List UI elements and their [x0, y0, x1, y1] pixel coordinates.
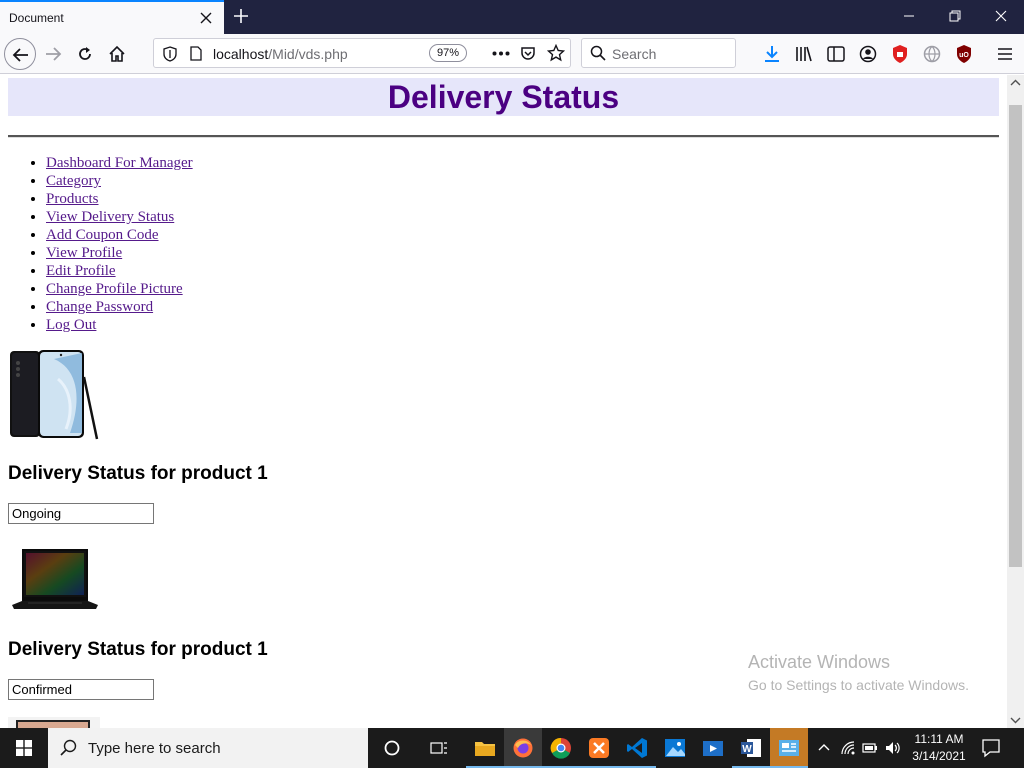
page-info-icon[interactable]: [190, 46, 202, 61]
watermark-subtitle: Go to Settings to activate Windows.: [748, 677, 969, 693]
nav-item: Change Profile Picture: [46, 280, 193, 298]
search-input[interactable]: Search: [581, 38, 736, 68]
search-icon: [60, 739, 77, 756]
nav-link-change-profile-picture[interactable]: Change Profile Picture: [46, 281, 183, 297]
windows-logo-icon: [16, 740, 32, 756]
search-icon: [590, 45, 606, 61]
nav-link-category[interactable]: Category: [46, 173, 101, 189]
page-title: Delivery Status: [387, 79, 620, 115]
app-taskbar-icon[interactable]: [770, 728, 808, 768]
volume-icon[interactable]: [884, 740, 900, 756]
account-icon[interactable]: [858, 44, 878, 64]
cortana-icon[interactable]: [373, 728, 411, 768]
nav-link-edit-profile[interactable]: Edit Profile: [46, 263, 116, 279]
sidebar-icon[interactable]: [826, 44, 846, 64]
vscode-taskbar-icon[interactable]: [618, 728, 656, 768]
nav-link-view-profile[interactable]: View Profile: [46, 245, 122, 261]
search-placeholder: Search: [612, 46, 657, 62]
firefox-taskbar-icon[interactable]: [504, 728, 542, 768]
scrollbar-thumb[interactable]: [1009, 105, 1022, 567]
url-bar[interactable]: localhost/Mid/vds.php 97%: [153, 38, 571, 68]
windows-taskbar: Type here to search W 11:11 AM 3/14/2021: [0, 728, 1024, 768]
downloads-icon[interactable]: [762, 44, 782, 64]
system-clock[interactable]: 11:11 AM 3/14/2021: [906, 731, 972, 765]
minimize-window-icon[interactable]: [886, 0, 932, 32]
clock-date: 3/14/2021: [912, 749, 966, 763]
nav-item: Edit Profile: [46, 262, 193, 280]
windows-activation-watermark: Activate Windows Go to Settings to activ…: [748, 652, 969, 693]
nav-link-change-password[interactable]: Change Password: [46, 299, 153, 315]
manager-nav-list: Dashboard For Manager Category Products …: [46, 154, 193, 334]
nav-link-view-delivery-status[interactable]: View Delivery Status: [46, 209, 174, 225]
xampp-taskbar-icon[interactable]: [580, 728, 618, 768]
library-icon[interactable]: [794, 44, 814, 64]
show-hidden-icons-icon[interactable]: [816, 740, 832, 756]
start-button[interactable]: [0, 728, 48, 768]
pocket-icon[interactable]: [520, 45, 536, 61]
scroll-down-icon[interactable]: [1007, 711, 1024, 728]
zoom-indicator[interactable]: 97%: [429, 44, 467, 62]
word-taskbar-icon[interactable]: W: [732, 728, 770, 768]
nav-item: Add Coupon Code: [46, 226, 193, 244]
ublock-origin-icon[interactable]: uO: [954, 44, 974, 64]
scroll-up-icon[interactable]: [1007, 75, 1024, 92]
laptop-product-image: [12, 549, 98, 609]
taskbar-search-input[interactable]: Type here to search: [48, 728, 368, 768]
product-image-partial: [8, 717, 100, 728]
reload-icon[interactable]: [69, 38, 101, 70]
back-icon[interactable]: [4, 38, 36, 70]
globe-icon[interactable]: [922, 44, 942, 64]
movies-taskbar-icon[interactable]: [694, 728, 732, 768]
url-text: localhost/Mid/vds.php: [213, 46, 348, 62]
phone-product-image: [10, 350, 99, 440]
browser-toolbar: localhost/Mid/vds.php 97% Search uO: [0, 34, 1024, 74]
chrome-taskbar-icon[interactable]: [542, 728, 580, 768]
battery-icon[interactable]: [862, 740, 878, 756]
nav-item: Dashboard For Manager: [46, 154, 193, 172]
browser-tab-strip: Document: [0, 0, 1024, 34]
delivery-status-field[interactable]: Ongoing: [8, 503, 154, 524]
bookmark-star-icon[interactable]: [547, 44, 565, 62]
task-view-icon[interactable]: [420, 728, 458, 768]
delivery-status-heading: Delivery Status for product 1: [8, 639, 268, 660]
new-tab-icon[interactable]: [230, 5, 252, 27]
menu-icon[interactable]: [995, 44, 1015, 64]
nav-item: View Delivery Status: [46, 208, 193, 226]
nav-link-add-coupon-code[interactable]: Add Coupon Code: [46, 227, 159, 243]
network-icon[interactable]: [840, 740, 856, 756]
close-tab-icon[interactable]: [196, 8, 216, 28]
page-scrollbar[interactable]: [1007, 75, 1024, 728]
nav-link-products[interactable]: Products: [46, 191, 99, 207]
nav-item: Log Out: [46, 316, 193, 334]
close-window-icon[interactable]: [978, 0, 1024, 32]
horizontal-rule: [8, 135, 999, 138]
svg-text:W: W: [742, 744, 752, 755]
nav-item: Products: [46, 190, 193, 208]
tab-title: Document: [9, 11, 64, 25]
restore-window-icon[interactable]: [932, 0, 978, 32]
delivery-status-heading: Delivery Status for product 1: [8, 463, 268, 484]
page-header: Delivery Status: [8, 78, 999, 116]
clock-time: 11:11 AM: [914, 732, 964, 746]
page-actions-icon[interactable]: [492, 51, 510, 56]
browser-tab[interactable]: Document: [0, 0, 224, 34]
home-icon[interactable]: [101, 38, 133, 70]
delivery-status-field[interactable]: Confirmed: [8, 679, 154, 700]
action-center-icon[interactable]: [980, 738, 1002, 758]
watermark-title: Activate Windows: [748, 652, 891, 672]
nav-item: View Profile: [46, 244, 193, 262]
svg-text:uO: uO: [959, 52, 969, 59]
privacy-badger-icon[interactable]: [890, 44, 910, 64]
file-explorer-icon[interactable]: [466, 728, 504, 768]
nav-link-dashboard[interactable]: Dashboard For Manager: [46, 155, 193, 171]
page-viewport: Delivery Status Dashboard For Manager Ca…: [0, 75, 1007, 728]
forward-icon[interactable]: [37, 38, 69, 70]
taskbar-search-placeholder: Type here to search: [88, 740, 221, 757]
nav-item: Category: [46, 172, 193, 190]
tracking-protection-icon[interactable]: [163, 46, 177, 62]
nav-link-log-out[interactable]: Log Out: [46, 317, 96, 333]
photos-taskbar-icon[interactable]: [656, 728, 694, 768]
nav-item: Change Password: [46, 298, 193, 316]
